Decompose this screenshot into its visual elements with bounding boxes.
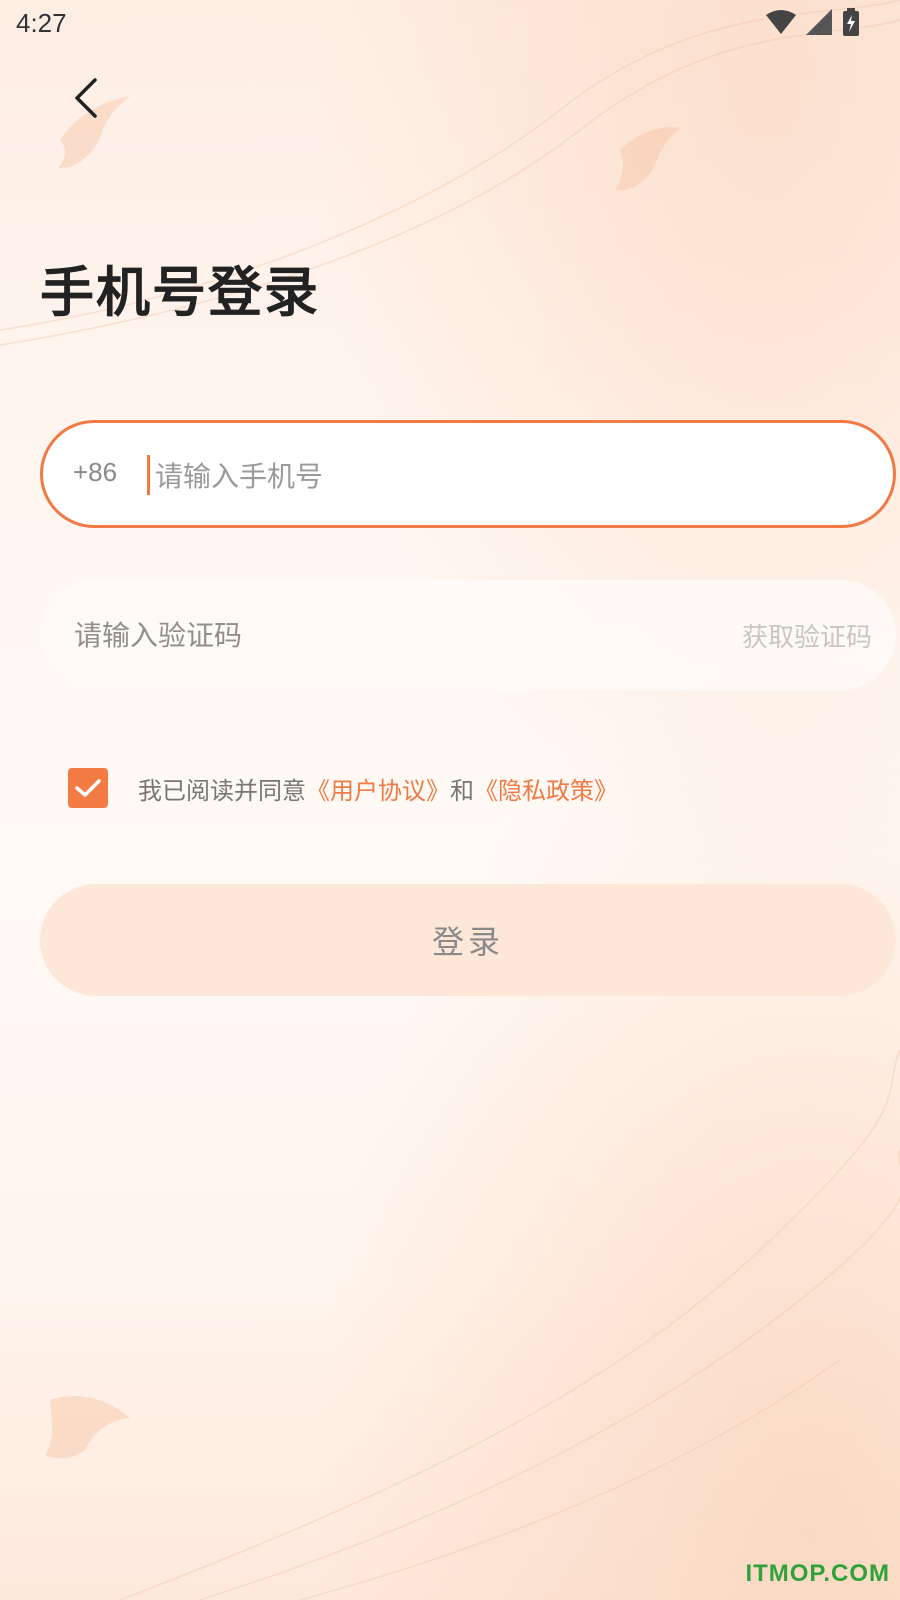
wifi-icon	[766, 10, 796, 34]
phone-field[interactable]: +86	[40, 420, 896, 528]
agreement-prefix: 我已阅读并同意	[138, 776, 306, 805]
status-bar: 4:27	[0, 0, 900, 48]
chevron-left-icon	[75, 78, 97, 118]
privacy-policy-link[interactable]: 《隐私政策》	[474, 777, 618, 805]
login-button[interactable]: 登录	[40, 884, 896, 996]
code-field[interactable]: 获取验证码	[40, 580, 896, 690]
agreement-row: 我已阅读并同意《用户协议》和《隐私政策》	[68, 768, 618, 808]
text-cursor	[147, 455, 150, 495]
agreement-conjunction: 和	[450, 776, 474, 805]
get-code-button[interactable]: 获取验证码	[742, 617, 872, 654]
phone-input[interactable]	[153, 443, 857, 509]
country-code[interactable]: +86	[73, 457, 117, 488]
signal-icon	[806, 9, 832, 35]
user-agreement-link[interactable]: 《用户协议》	[306, 777, 450, 805]
status-icons	[766, 8, 860, 36]
status-time: 4:27	[16, 8, 67, 38]
back-button[interactable]	[62, 70, 110, 126]
watermark: ITMOP.COM	[745, 1560, 890, 1587]
check-icon	[75, 779, 101, 797]
agreement-checkbox[interactable]	[68, 768, 108, 808]
page-title: 手机号登录	[40, 261, 320, 324]
battery-icon	[843, 8, 859, 36]
verification-code-input[interactable]	[72, 602, 636, 668]
agreement-text: 我已阅读并同意《用户协议》和《隐私政策》	[138, 771, 618, 806]
